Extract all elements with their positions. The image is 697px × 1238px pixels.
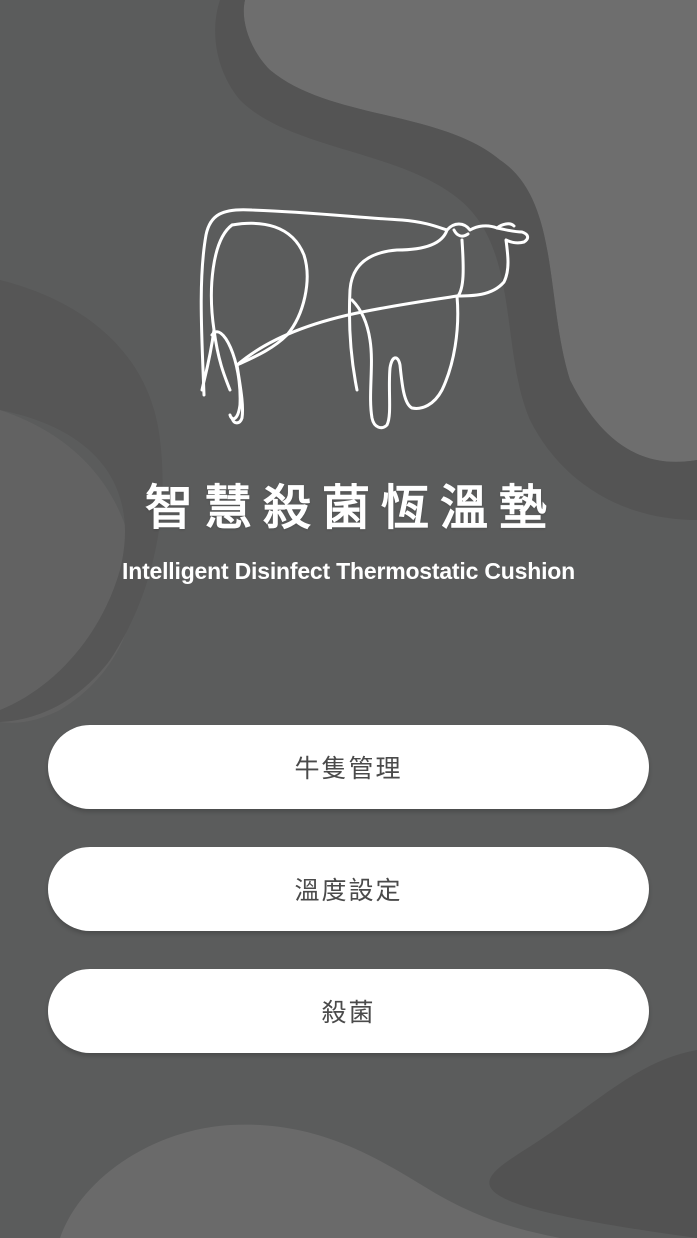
app-title-english: Intelligent Disinfect Thermostatic Cushi… [122, 558, 575, 584]
temperature-settings-button[interactable]: 溫度設定 [48, 847, 649, 931]
app-screen: 智慧殺菌恆溫墊 Intelligent Disinfect Thermostat… [0, 0, 697, 1238]
cow-line-art-icon [199, 208, 530, 430]
cattle-management-button[interactable]: 牛隻管理 [48, 725, 649, 809]
app-title-chinese: 智慧殺菌恆溫墊 [144, 480, 558, 536]
disinfection-button[interactable]: 殺菌 [48, 969, 649, 1053]
